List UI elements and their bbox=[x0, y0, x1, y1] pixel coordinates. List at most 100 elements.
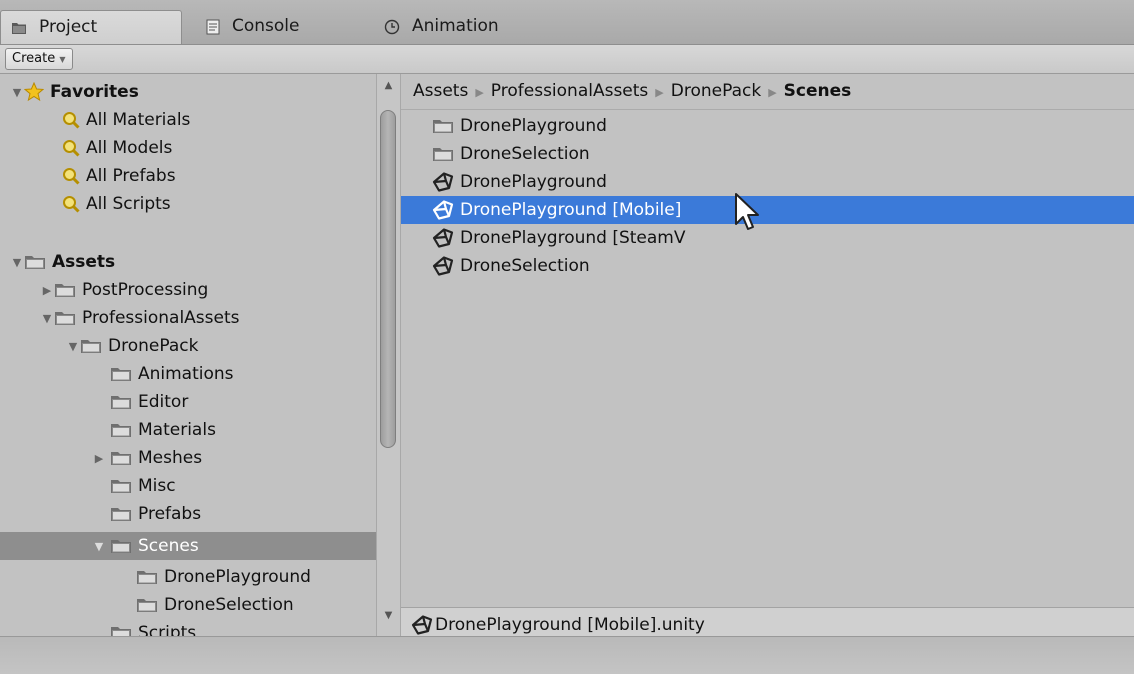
search-icon bbox=[63, 168, 80, 185]
asset-folder-droneselection[interactable]: DroneSelection bbox=[401, 140, 1134, 168]
tree-item-scenes[interactable]: ▼ Scenes bbox=[0, 532, 376, 560]
unity-scene-icon bbox=[411, 614, 433, 635]
tab-animation[interactable]: Animation bbox=[374, 10, 554, 44]
folder-icon bbox=[25, 256, 45, 269]
tab-console[interactable]: Console bbox=[196, 10, 366, 44]
breadcrumb-current[interactable]: Scenes bbox=[784, 81, 852, 101]
scrollbar-thumb[interactable] bbox=[380, 110, 396, 448]
tree-item-droneplayground[interactable]: DronePlayground bbox=[0, 563, 376, 591]
breadcrumb-separator-icon: ▶ bbox=[475, 86, 484, 99]
breadcrumb: Assets ▶ ProfessionalAssets ▶ DronePack ▶ Scen… bbox=[401, 74, 1134, 110]
folder-icon bbox=[433, 148, 453, 161]
folder-icon bbox=[111, 540, 131, 553]
favorite-item-label: All Prefabs bbox=[86, 166, 176, 186]
folder-icon bbox=[111, 480, 131, 493]
tree-item-misc[interactable]: Misc bbox=[0, 472, 376, 500]
breadcrumb-item[interactable]: Assets bbox=[413, 81, 468, 101]
folder-icon bbox=[137, 571, 157, 584]
tree-item-animations[interactable]: Animations bbox=[0, 360, 376, 388]
folder-icon bbox=[111, 452, 131, 465]
asset-label: DronePlayground [SteamV bbox=[460, 228, 686, 248]
tree-item-label: Misc bbox=[138, 476, 176, 496]
folder-icon bbox=[111, 627, 131, 636]
breadcrumb-separator-icon: ▶ bbox=[768, 86, 777, 99]
tree-item-prefabs[interactable]: Prefabs bbox=[0, 500, 376, 528]
dropdown-arrow-icon: ▼ bbox=[59, 55, 66, 64]
folder-icon bbox=[81, 340, 101, 353]
tab-project[interactable]: Project bbox=[0, 10, 182, 44]
favorite-item-all-scripts[interactable]: All Scripts bbox=[0, 190, 376, 218]
asset-label: DroneSelection bbox=[460, 144, 590, 164]
favorite-item-all-prefabs[interactable]: All Prefabs bbox=[0, 162, 376, 190]
asset-label: DronePlayground bbox=[460, 116, 607, 136]
favorite-item-all-models[interactable]: All Models bbox=[0, 134, 376, 162]
asset-folder-droneplayground[interactable]: DronePlayground bbox=[401, 112, 1134, 140]
collapsed-arrow-icon[interactable]: ▶ bbox=[92, 452, 106, 465]
favorite-item-all-materials[interactable]: All Materials bbox=[0, 106, 376, 134]
unity-scene-icon bbox=[432, 256, 454, 276]
collapsed-arrow-icon[interactable]: ▶ bbox=[40, 284, 54, 297]
unity-scene-icon bbox=[432, 200, 454, 220]
favorites-header[interactable]: ▼ Favorites bbox=[0, 78, 376, 106]
tree-item-label: Editor bbox=[138, 392, 189, 412]
project-toolbar: Create ▼ bbox=[0, 45, 1134, 74]
scroll-down-arrow-icon[interactable]: ▼ bbox=[377, 610, 400, 630]
asset-list-panel: Assets ▶ ProfessionalAssets ▶ DronePack ▶ Scen… bbox=[401, 74, 1134, 607]
search-icon bbox=[63, 112, 80, 129]
tree-item-meshes[interactable]: ▶ Meshes bbox=[0, 444, 376, 472]
tree-item-scripts[interactable]: Scripts bbox=[0, 619, 376, 636]
tree-item-label: Animations bbox=[138, 364, 234, 384]
expand-arrow-icon[interactable]: ▼ bbox=[92, 540, 106, 553]
project-tree-panel: ▼ Favorites All Materials All Models All… bbox=[0, 74, 376, 636]
create-button-label: Create bbox=[12, 51, 56, 66]
tree-item-materials[interactable]: Materials bbox=[0, 416, 376, 444]
tree-item-editor[interactable]: Editor bbox=[0, 388, 376, 416]
tree-scrollbar[interactable]: ▲ ▼ bbox=[376, 74, 401, 636]
expand-arrow-icon[interactable]: ▼ bbox=[10, 86, 24, 99]
tree-item-label: Scripts bbox=[138, 623, 197, 636]
unity-scene-icon bbox=[432, 228, 454, 248]
tree-item-postprocessing[interactable]: ▶ PostProcessing bbox=[0, 276, 376, 304]
asset-label: DronePlayground [Mobile] bbox=[460, 200, 682, 220]
tree-item-label: DronePlayground bbox=[164, 567, 311, 587]
clock-icon bbox=[384, 19, 400, 35]
expand-arrow-icon[interactable]: ▼ bbox=[66, 340, 80, 353]
tree-item-label: DroneSelection bbox=[164, 595, 294, 615]
breadcrumb-item[interactable]: ProfessionalAssets bbox=[491, 81, 649, 101]
breadcrumb-item[interactable]: DronePack bbox=[671, 81, 761, 101]
asset-label: DronePlayground bbox=[460, 172, 607, 192]
tab-animation-label: Animation bbox=[412, 16, 499, 36]
asset-scene-droneselection[interactable]: DroneSelection bbox=[401, 252, 1134, 280]
tree-item-label: DronePack bbox=[108, 336, 199, 356]
search-icon bbox=[63, 196, 80, 213]
tree-item-label: Materials bbox=[138, 420, 216, 440]
window-bottom-bar bbox=[0, 636, 1134, 674]
assets-header[interactable]: ▼ Assets bbox=[0, 248, 376, 276]
folder-icon bbox=[433, 120, 453, 133]
favorites-label: Favorites bbox=[50, 82, 139, 102]
breadcrumb-separator-icon: ▶ bbox=[655, 86, 664, 99]
tab-console-label: Console bbox=[232, 16, 300, 36]
favorite-item-label: All Models bbox=[86, 138, 173, 158]
tab-project-label: Project bbox=[39, 17, 98, 37]
folder-icon bbox=[111, 396, 131, 409]
create-button[interactable]: Create ▼ bbox=[5, 48, 73, 70]
tree-item-label: Meshes bbox=[138, 448, 203, 468]
tree-item-label: Prefabs bbox=[138, 504, 202, 524]
tree-item-label: Scenes bbox=[138, 536, 199, 556]
search-icon bbox=[63, 140, 80, 157]
tree-item-professionalassets[interactable]: ▼ ProfessionalAssets bbox=[0, 304, 376, 332]
tree-item-dronepack[interactable]: ▼ DronePack bbox=[0, 332, 376, 360]
folder-icon bbox=[111, 424, 131, 437]
window-tab-bar: Project Console Animation bbox=[0, 0, 1134, 45]
asset-label: DroneSelection bbox=[460, 256, 590, 276]
expand-arrow-icon[interactable]: ▼ bbox=[40, 312, 54, 325]
folder-icon bbox=[111, 368, 131, 381]
tree-item-label: ProfessionalAssets bbox=[82, 308, 240, 328]
expand-arrow-icon[interactable]: ▼ bbox=[10, 256, 24, 269]
tree-item-label: PostProcessing bbox=[82, 280, 209, 300]
tree-item-droneselection[interactable]: DroneSelection bbox=[0, 591, 376, 619]
favorite-item-label: All Scripts bbox=[86, 194, 171, 214]
scroll-up-arrow-icon[interactable]: ▲ bbox=[377, 80, 400, 100]
folder-icon bbox=[55, 284, 75, 297]
